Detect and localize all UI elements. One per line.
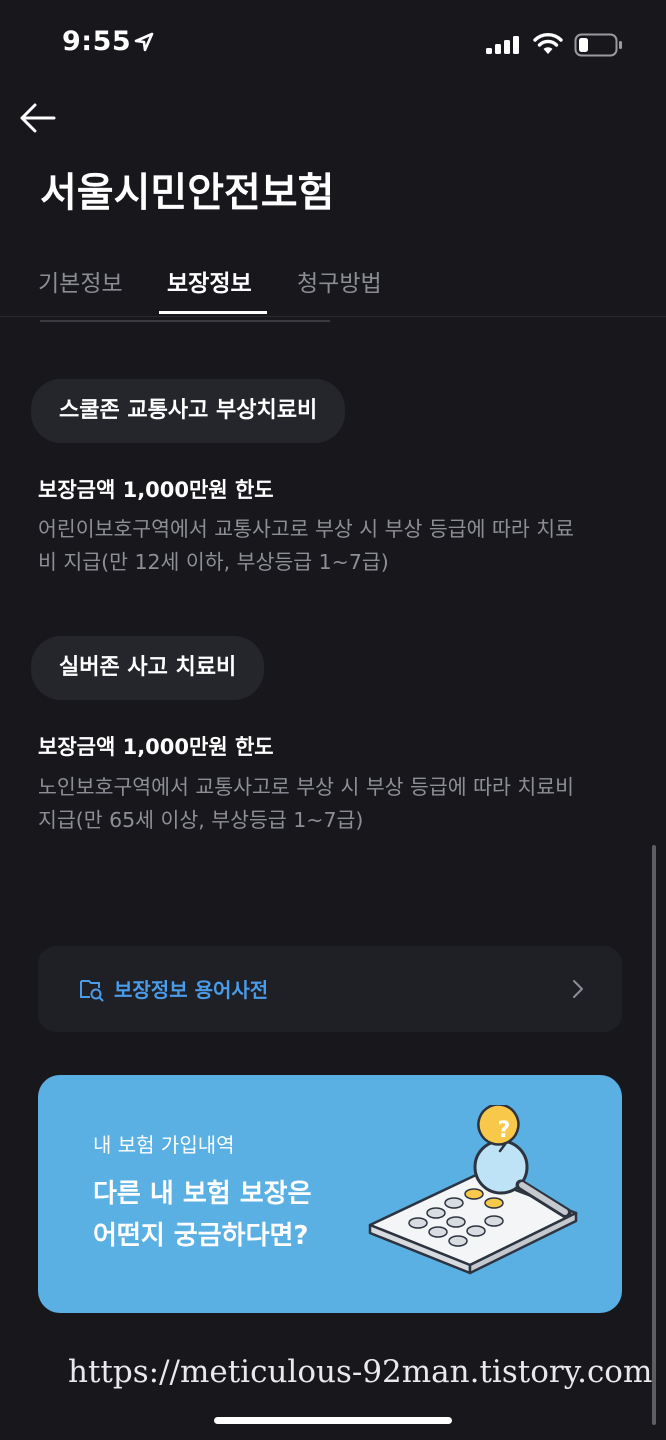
scrolled-content-remnant (40, 318, 330, 326)
tab-coverage-info[interactable]: 보장정보 (167, 264, 252, 298)
glossary-search-icon (80, 980, 104, 1002)
tab-bar: 기본정보 보장정보 청구방법 (0, 258, 666, 317)
banner-headline-line: 어떤지 궁금하다면? (93, 1221, 309, 1251)
scrollbar[interactable] (652, 845, 656, 1425)
coverage-chip-silverzone: 실버존 사고 치료비 (31, 636, 265, 700)
watermark-url: https://meticulous-92man.tistory.com (68, 1354, 653, 1390)
status-time: 9:55 (62, 26, 132, 57)
banner-subtitle: 내 보험 가입내역 (93, 1133, 235, 1157)
coverage-description-line: 지급(만 65세 이상, 부상등급 1~7급) (38, 808, 364, 832)
battery-icon (574, 33, 622, 57)
coverage-description-line: 노인보호구역에서 교통사고로 부상 시 부상 등급에 따라 치료비 (38, 775, 574, 799)
my-insurance-banner[interactable]: 내 보험 가입내역 다른 내 보험 보장은 어떤지 궁금하다면? ? (38, 1075, 622, 1313)
location-arrow-icon (134, 32, 154, 52)
coverage-description-line: 비 지급(만 12세 이하, 부상등급 1~7급) (38, 550, 389, 574)
page-title: 서울시민안전보험 (40, 170, 335, 216)
glossary-label: 보장정보 용어사전 (114, 978, 269, 1002)
tab-basic-info[interactable]: 기본정보 (38, 264, 123, 298)
svg-text:?: ? (498, 1118, 511, 1143)
chevron-right-icon (573, 980, 583, 998)
banner-headline-line: 다른 내 보험 보장은 (93, 1179, 312, 1209)
coverage-amount: 보장금액 1,000만원 한도 (38, 735, 274, 759)
signal-icon (486, 36, 519, 54)
glossary-link[interactable]: 보장정보 용어사전 (38, 946, 622, 1032)
coverage-description: 어린이보호구역에서 교통사고로 부상 시 부상 등급에 따라 치료 비 지급(만… (38, 513, 638, 579)
coverage-amount: 보장금액 1,000만원 한도 (38, 478, 274, 502)
coverage-description-line: 어린이보호구역에서 교통사고로 부상 시 부상 등급에 따라 치료 (38, 517, 574, 541)
coverage-chip-schoolzone: 스쿨존 교통사고 부상치료비 (31, 379, 346, 443)
banner-headline: 다른 내 보험 보장은 어떤지 궁금하다면? (93, 1173, 312, 1257)
back-arrow-icon[interactable] (18, 100, 58, 136)
tab-claim-method[interactable]: 청구방법 (297, 264, 382, 298)
coverage-description: 노인보호구역에서 교통사고로 부상 시 부상 등급에 따라 치료비 지급(만 6… (38, 771, 638, 837)
wifi-icon (533, 33, 563, 54)
calculator-illustration: ? (368, 1105, 578, 1275)
home-indicator[interactable] (214, 1417, 452, 1424)
active-tab-indicator (159, 311, 267, 314)
